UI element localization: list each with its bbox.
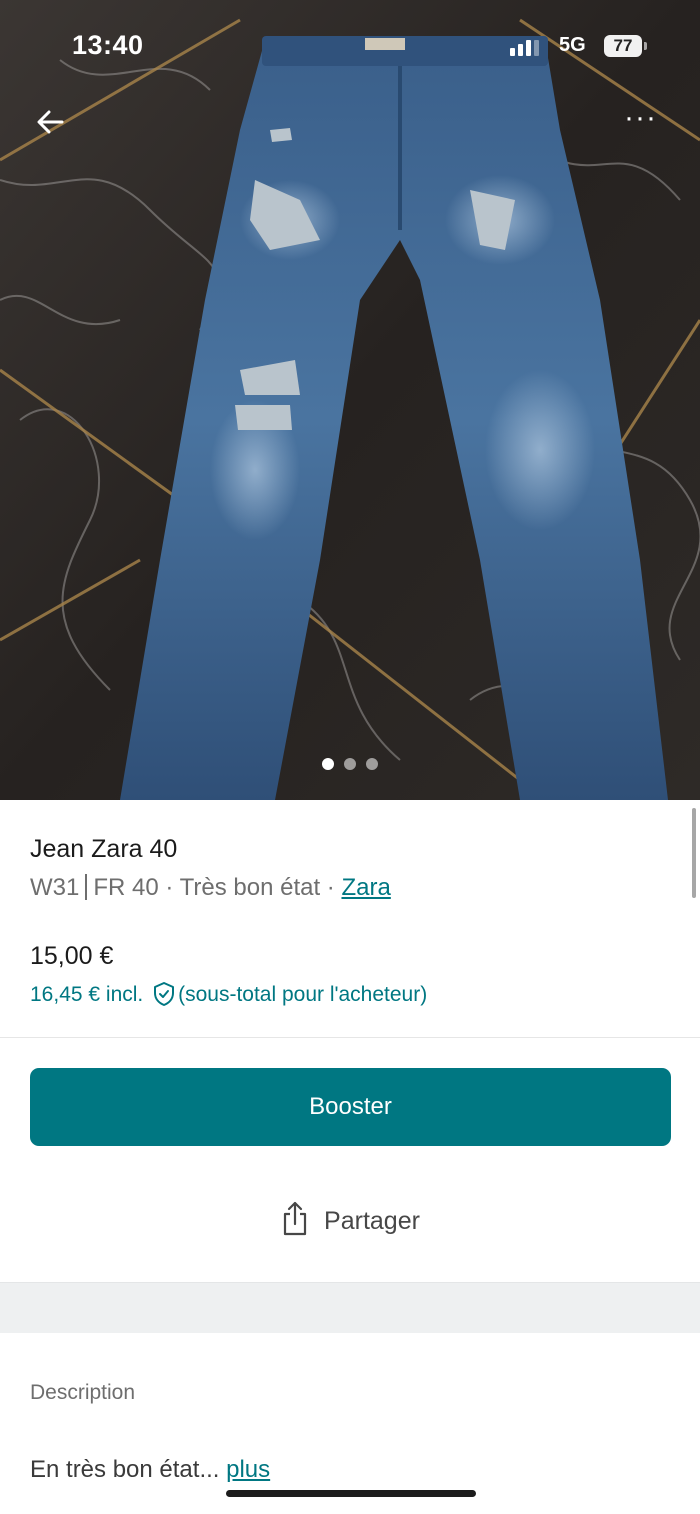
listing-attributes: W31 FR 40 · Très bon état · Zara xyxy=(30,874,391,902)
share-label: Partager xyxy=(324,1207,420,1235)
network-type: 5G xyxy=(559,34,586,56)
description-more-link[interactable]: plus xyxy=(226,1456,270,1483)
listing-title: Jean Zara 40 xyxy=(30,835,178,863)
size-w: W31 xyxy=(30,874,80,901)
description-heading: Description xyxy=(30,1381,136,1404)
price-with-protection[interactable]: 16,45 € incl. (sous-total pour l'acheteu… xyxy=(30,981,427,1007)
back-arrow-icon xyxy=(37,110,64,134)
divider xyxy=(0,1037,700,1038)
price-incl-note: (sous-total pour l'acheteur) xyxy=(178,983,428,1006)
pager-dot[interactable] xyxy=(322,758,334,770)
status-time: 13:40 xyxy=(72,30,144,60)
size-fr: FR 40 xyxy=(93,874,159,901)
more-options-button[interactable]: ··· xyxy=(624,103,674,138)
description-body: En très bon état... xyxy=(30,1456,220,1483)
price-incl-amount: 16,45 € incl. xyxy=(30,983,144,1006)
back-button[interactable] xyxy=(28,100,72,144)
scroll-indicator xyxy=(692,808,696,898)
price: 15,00 € xyxy=(30,942,114,970)
jeans-photo-illustration xyxy=(0,0,700,800)
share-icon xyxy=(283,1201,307,1236)
listing-photo[interactable]: 13:40 5G 77 ··· xyxy=(0,0,700,800)
booster-button[interactable]: Booster xyxy=(30,1068,671,1146)
brand-link[interactable]: Zara xyxy=(341,874,390,901)
pager-dot[interactable] xyxy=(344,758,356,770)
photo-pager xyxy=(0,757,700,775)
home-indicator[interactable] xyxy=(226,1490,476,1497)
pager-dot[interactable] xyxy=(366,758,378,770)
share-button[interactable]: Partager xyxy=(0,1200,700,1260)
section-separator xyxy=(0,1282,700,1333)
signal-icon xyxy=(510,38,542,56)
condition: · Très bon état · xyxy=(165,874,335,901)
battery-tip xyxy=(644,42,647,50)
description-text: En très bon état... plus xyxy=(30,1456,270,1484)
status-bar: 13:40 5G 77 xyxy=(0,0,700,95)
more-dots-icon: ··· xyxy=(624,101,657,134)
attribute-divider xyxy=(85,874,88,900)
shield-check-icon xyxy=(154,982,175,1006)
battery-icon: 77 xyxy=(604,35,642,57)
